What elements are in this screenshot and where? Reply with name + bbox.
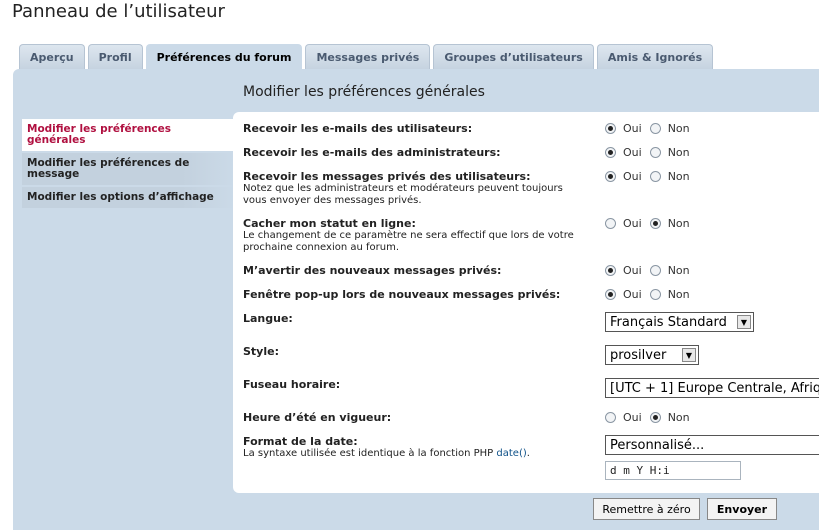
radio-yes-label: Oui [623, 411, 642, 424]
radio-yes-label: Oui [623, 122, 642, 135]
radio-yes[interactable] [605, 412, 616, 423]
radio-no[interactable] [649, 265, 661, 276]
radio-no[interactable] [649, 171, 661, 182]
date-format-select-value: Personnalisé... [610, 437, 705, 453]
custom-date-format-input[interactable]: d m Y H:i [605, 461, 741, 480]
radio-yes-label: Oui [623, 170, 642, 183]
radio-no-label: Non [667, 264, 690, 277]
radio-group: Oui Non [605, 217, 698, 230]
radio-yes[interactable] [605, 147, 616, 158]
radio-yes[interactable] [605, 171, 616, 182]
setting-label: Langue: [243, 312, 293, 325]
setting-label: Fenêtre pop-up lors de nouveaux messages… [243, 288, 561, 301]
sidebar-item-general-prefs[interactable]: Modifier les préférences générales [22, 119, 237, 151]
tab-messages-prives[interactable]: Messages privés [305, 44, 431, 69]
tab-amis-ignores[interactable]: Amis & Ignorés [596, 44, 714, 69]
radio-no-label: Non [667, 217, 690, 230]
radio-yes[interactable] [605, 265, 616, 276]
tab-bar: Aperçu Profil Préférences du forum Messa… [19, 44, 716, 70]
timezone-select[interactable]: [UTC + 1] Europe Centrale, Afrique Centr… [605, 378, 819, 398]
setting-label: Fuseau horaire: [243, 378, 341, 391]
radio-no[interactable] [649, 123, 661, 134]
chevron-down-icon: ▼ [682, 348, 696, 362]
radio-group: Oui Non [605, 264, 698, 277]
radio-group: Oui Non [605, 170, 698, 183]
section-title: Modifier les préférences générales [243, 84, 485, 100]
radio-yes[interactable] [605, 289, 616, 300]
chevron-down-icon: ▼ [737, 315, 751, 329]
setting-label: M’avertir des nouveaux messages privés: [243, 264, 502, 277]
setting-label: Cacher mon statut en ligne: [243, 217, 416, 230]
radio-group: Oui Non [605, 122, 698, 135]
radio-group: Oui Non [605, 411, 698, 424]
setting-description: Le changement de ce paramètre ne sera ef… [243, 230, 574, 253]
radio-no-label: Non [667, 170, 690, 183]
setting-label: Format de la date: [243, 435, 358, 448]
radio-no[interactable] [649, 218, 661, 229]
reset-button[interactable]: Remettre à zéro [593, 498, 700, 520]
tab-apercu[interactable]: Aperçu [19, 44, 85, 69]
radio-no-label: Non [667, 122, 690, 135]
period: . [526, 448, 530, 459]
date-format-select[interactable]: Personnalisé... [605, 435, 819, 455]
setting-label: Style: [243, 345, 279, 358]
tab-profil[interactable]: Profil [87, 44, 143, 69]
radio-yes[interactable] [605, 123, 616, 134]
setting-label: Heure d’été en vigueur: [243, 411, 392, 424]
radio-yes-label: Oui [623, 288, 642, 301]
radio-group: Oui Non [605, 288, 698, 301]
date-format-description: La syntaxe utilisée est identique à la f… [243, 448, 494, 459]
radio-no[interactable] [649, 289, 661, 300]
radio-no-label: Non [667, 411, 690, 424]
setting-label: Recevoir les e-mails des administrateurs… [243, 146, 501, 159]
radio-no-label: Non [667, 146, 690, 159]
settings-form: Recevoir les e-mails des utilisateurs: O… [233, 112, 819, 493]
radio-yes[interactable] [605, 218, 616, 229]
setting-description: La syntaxe utilisée est identique à la f… [243, 448, 603, 460]
setting-label: Recevoir les messages privés des utilisa… [243, 170, 531, 183]
setting-description: Notez que les administrateurs et modérat… [243, 183, 563, 206]
radio-group: Oui Non [605, 146, 698, 159]
radio-no[interactable] [649, 412, 661, 423]
radio-yes-label: Oui [623, 217, 642, 230]
submit-button[interactable]: Envoyer [707, 498, 777, 520]
tab-preferences-forum[interactable]: Préférences du forum [145, 44, 303, 70]
sidebar-item-message-prefs[interactable]: Modifier les préférences de message [22, 153, 235, 185]
sidebar-item-display-options[interactable]: Modifier les options d’affichage [22, 187, 235, 208]
radio-yes-label: Oui [623, 146, 642, 159]
radio-yes-label: Oui [623, 264, 642, 277]
sidebar: Modifier les préférences générales Modif… [22, 119, 237, 210]
style-select[interactable]: prosilver ▼ [605, 345, 699, 365]
page-title: Panneau de l’utilisateur [12, 1, 225, 22]
language-select[interactable]: Français Standard ▼ [605, 312, 754, 332]
php-date-link[interactable]: date() [496, 448, 526, 459]
tab-groupes-utilisateurs[interactable]: Groupes d’utilisateurs [433, 44, 594, 69]
style-select-value: prosilver [610, 347, 667, 363]
radio-no-label: Non [667, 288, 690, 301]
language-select-value: Français Standard [610, 314, 727, 330]
setting-label: Recevoir les e-mails des utilisateurs: [243, 122, 473, 135]
radio-no[interactable] [649, 147, 661, 158]
timezone-select-value: [UTC + 1] Europe Centrale, Afrique Centr… [610, 380, 819, 396]
